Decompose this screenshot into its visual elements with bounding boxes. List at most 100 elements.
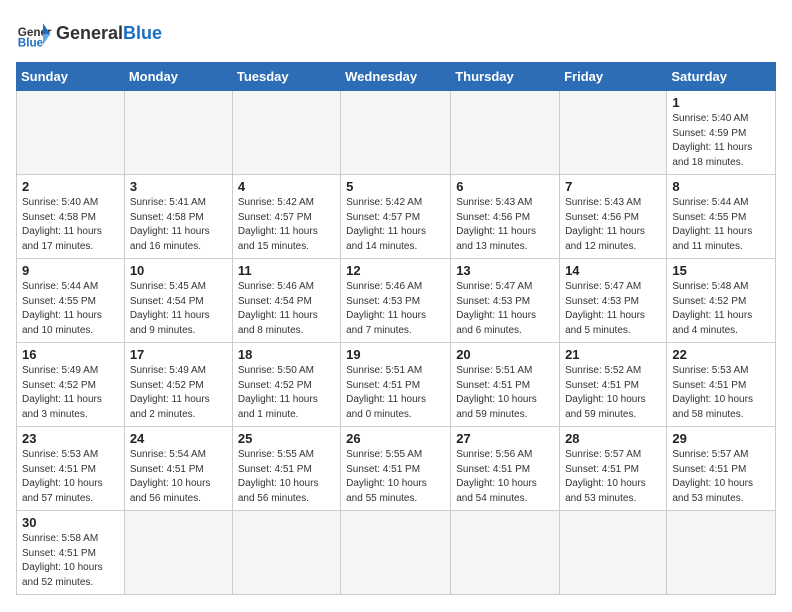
weekday-header-saturday: Saturday [667, 63, 776, 91]
calendar-day-cell [124, 91, 232, 175]
calendar-day-cell: 23 Sunrise: 5:53 AM Sunset: 4:51 PM Dayli… [17, 427, 125, 511]
calendar-day-cell: 11Sunrise: 5:46 AM Sunset: 4:54 PM Dayli… [232, 259, 340, 343]
sun-info: Sunrise: 5:44 AM Sunset: 4:55 PM Dayligh… [672, 196, 770, 254]
page-header: General Blue GeneralBlue [16, 16, 776, 52]
calendar-day-cell: 14 Sunrise: 5:47 AM Sunset: 4:53 PM Dayli… [560, 259, 667, 343]
logo: General Blue GeneralBlue [16, 16, 162, 52]
day-number: 1 [672, 95, 770, 110]
calendar-day-cell: 5 Sunrise: 5:42 AM Sunset: 4:57 PM Daylig… [341, 175, 451, 259]
sun-info: Sunrise: 5:55 AM Sunset: 4:51 PM Dayligh… [346, 448, 445, 506]
calendar-day-cell: 15 Sunrise: 5:48 AM Sunset: 4:52 PM Dayli… [667, 259, 776, 343]
day-number: 16 [22, 347, 119, 362]
sun-info: Sunrise: 5:43 AM Sunset: 4:56 PM Dayligh… [565, 196, 661, 254]
sun-info: Sunrise: 5:46 AM Sunset: 4:54 PM Dayligh… [238, 280, 335, 338]
day-number: 7 [565, 179, 661, 194]
day-number: 24 [130, 431, 227, 446]
day-number: 2 [22, 179, 119, 194]
day-number: 14 [565, 263, 661, 278]
day-number: 28 [565, 431, 661, 446]
day-number: 26 [346, 431, 445, 446]
weekday-header-thursday: Thursday [451, 63, 560, 91]
weekday-header-friday: Friday [560, 63, 667, 91]
calendar-week-row: 30 Sunrise: 5:58 AM Sunset: 4:51 PM Dayli… [17, 511, 776, 595]
calendar-day-cell [232, 511, 340, 595]
logo-text: GeneralBlue [56, 24, 162, 44]
calendar-day-cell: 28 Sunrise: 5:57 AM Sunset: 4:51 PM Dayli… [560, 427, 667, 511]
calendar-day-cell: 3Sunrise: 5:41 AM Sunset: 4:58 PM Daylig… [124, 175, 232, 259]
calendar-day-cell [232, 91, 340, 175]
day-number: 30 [22, 515, 119, 530]
svg-text:Blue: Blue [18, 37, 44, 50]
sun-info: Sunrise: 5:41 AM Sunset: 4:58 PM Dayligh… [130, 196, 227, 254]
day-number: 19 [346, 347, 445, 362]
calendar-day-cell: 22Sunrise: 5:53 AM Sunset: 4:51 PM Dayli… [667, 343, 776, 427]
sun-info: Sunrise: 5:53 AM Sunset: 4:51 PM Dayligh… [22, 448, 119, 506]
calendar-table: SundayMondayTuesdayWednesdayThursdayFrid… [16, 62, 776, 595]
day-number: 8 [672, 179, 770, 194]
sun-info: Sunrise: 5:54 AM Sunset: 4:51 PM Dayligh… [130, 448, 227, 506]
sun-info: Sunrise: 5:49 AM Sunset: 4:52 PM Dayligh… [22, 364, 119, 422]
weekday-header-sunday: Sunday [17, 63, 125, 91]
calendar-day-cell: 20Sunrise: 5:51 AM Sunset: 4:51 PM Dayli… [451, 343, 560, 427]
sun-info: Sunrise: 5:47 AM Sunset: 4:53 PM Dayligh… [565, 280, 661, 338]
sun-info: Sunrise: 5:55 AM Sunset: 4:51 PM Dayligh… [238, 448, 335, 506]
day-number: 29 [672, 431, 770, 446]
day-number: 6 [456, 179, 554, 194]
day-number: 15 [672, 263, 770, 278]
calendar-day-cell: 17 Sunrise: 5:49 AM Sunset: 4:52 PM Dayli… [124, 343, 232, 427]
day-number: 25 [238, 431, 335, 446]
sun-info: Sunrise: 5:40 AM Sunset: 4:59 PM Dayligh… [672, 112, 770, 170]
sun-info: Sunrise: 5:58 AM Sunset: 4:51 PM Dayligh… [22, 532, 119, 590]
sun-info: Sunrise: 5:57 AM Sunset: 4:51 PM Dayligh… [672, 448, 770, 506]
calendar-day-cell: 1 Sunrise: 5:40 AM Sunset: 4:59 PM Daylig… [667, 91, 776, 175]
calendar-day-cell: 16 Sunrise: 5:49 AM Sunset: 4:52 PM Dayli… [17, 343, 125, 427]
calendar-day-cell: 6 Sunrise: 5:43 AM Sunset: 4:56 PM Daylig… [451, 175, 560, 259]
day-number: 10 [130, 263, 227, 278]
calendar-week-row: 9Sunrise: 5:44 AM Sunset: 4:55 PM Daylig… [17, 259, 776, 343]
calendar-week-row: 16 Sunrise: 5:49 AM Sunset: 4:52 PM Dayli… [17, 343, 776, 427]
sun-info: Sunrise: 5:42 AM Sunset: 4:57 PM Dayligh… [238, 196, 335, 254]
calendar-day-cell: 4 Sunrise: 5:42 AM Sunset: 4:57 PM Daylig… [232, 175, 340, 259]
sun-info: Sunrise: 5:49 AM Sunset: 4:52 PM Dayligh… [130, 364, 227, 422]
calendar-day-cell: 27 Sunrise: 5:56 AM Sunset: 4:51 PM Dayli… [451, 427, 560, 511]
sun-info: Sunrise: 5:56 AM Sunset: 4:51 PM Dayligh… [456, 448, 554, 506]
calendar-day-cell: 29 Sunrise: 5:57 AM Sunset: 4:51 PM Dayli… [667, 427, 776, 511]
calendar-day-cell [17, 91, 125, 175]
calendar-day-cell: 19Sunrise: 5:51 AM Sunset: 4:51 PM Dayli… [341, 343, 451, 427]
day-number: 27 [456, 431, 554, 446]
calendar-day-cell: 12 Sunrise: 5:46 AM Sunset: 4:53 PM Dayli… [341, 259, 451, 343]
calendar-day-cell: 10 Sunrise: 5:45 AM Sunset: 4:54 PM Dayli… [124, 259, 232, 343]
calendar-day-cell: 18 Sunrise: 5:50 AM Sunset: 4:52 PM Dayli… [232, 343, 340, 427]
sun-info: Sunrise: 5:57 AM Sunset: 4:51 PM Dayligh… [565, 448, 661, 506]
calendar-day-cell [560, 511, 667, 595]
weekday-header-monday: Monday [124, 63, 232, 91]
calendar-day-cell [341, 91, 451, 175]
sun-info: Sunrise: 5:47 AM Sunset: 4:53 PM Dayligh… [456, 280, 554, 338]
sun-info: Sunrise: 5:42 AM Sunset: 4:57 PM Dayligh… [346, 196, 445, 254]
calendar-day-cell [451, 511, 560, 595]
calendar-day-cell: 30 Sunrise: 5:58 AM Sunset: 4:51 PM Dayli… [17, 511, 125, 595]
sun-info: Sunrise: 5:53 AM Sunset: 4:51 PM Dayligh… [672, 364, 770, 422]
day-number: 5 [346, 179, 445, 194]
calendar-day-cell: 8 Sunrise: 5:44 AM Sunset: 4:55 PM Daylig… [667, 175, 776, 259]
day-number: 18 [238, 347, 335, 362]
weekday-header-row: SundayMondayTuesdayWednesdayThursdayFrid… [17, 63, 776, 91]
sun-info: Sunrise: 5:43 AM Sunset: 4:56 PM Dayligh… [456, 196, 554, 254]
day-number: 4 [238, 179, 335, 194]
sun-info: Sunrise: 5:51 AM Sunset: 4:51 PM Dayligh… [456, 364, 554, 422]
calendar-day-cell: 26 Sunrise: 5:55 AM Sunset: 4:51 PM Dayli… [341, 427, 451, 511]
sun-info: Sunrise: 5:52 AM Sunset: 4:51 PM Dayligh… [565, 364, 661, 422]
sun-info: Sunrise: 5:46 AM Sunset: 4:53 PM Dayligh… [346, 280, 445, 338]
day-number: 13 [456, 263, 554, 278]
sun-info: Sunrise: 5:48 AM Sunset: 4:52 PM Dayligh… [672, 280, 770, 338]
sun-info: Sunrise: 5:45 AM Sunset: 4:54 PM Dayligh… [130, 280, 227, 338]
sun-info: Sunrise: 5:50 AM Sunset: 4:52 PM Dayligh… [238, 364, 335, 422]
logo-icon: General Blue [16, 16, 52, 52]
day-number: 12 [346, 263, 445, 278]
day-number: 23 [22, 431, 119, 446]
calendar-week-row: 2Sunrise: 5:40 AM Sunset: 4:58 PM Daylig… [17, 175, 776, 259]
calendar-day-cell: 24 Sunrise: 5:54 AM Sunset: 4:51 PM Dayli… [124, 427, 232, 511]
calendar-week-row: 1 Sunrise: 5:40 AM Sunset: 4:59 PM Daylig… [17, 91, 776, 175]
calendar-day-cell: 2Sunrise: 5:40 AM Sunset: 4:58 PM Daylig… [17, 175, 125, 259]
day-number: 17 [130, 347, 227, 362]
